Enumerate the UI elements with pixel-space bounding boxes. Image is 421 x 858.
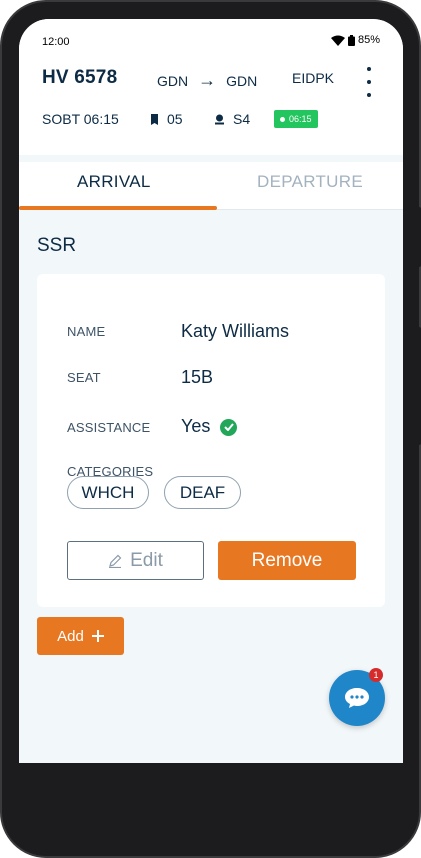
- category-chip-deaf[interactable]: DEAF: [164, 476, 241, 509]
- sobt-label: SOBT: [42, 111, 80, 127]
- flight-header: HV 6578 GDN → GDN EIDPK SOBT 06:15 05 S4…: [19, 59, 403, 155]
- section-title: SSR: [37, 235, 77, 256]
- add-button[interactable]: Add: [37, 617, 124, 655]
- status-time: 12:00: [42, 36, 70, 48]
- remove-button[interactable]: Remove: [218, 541, 356, 580]
- stand: S4: [214, 111, 274, 127]
- seat-value: 15B: [181, 367, 214, 387]
- assistance-text: Yes: [181, 416, 211, 436]
- pencil-icon: [109, 554, 122, 568]
- name-label: NAME: [67, 324, 106, 339]
- name-value: Katy Williams: [181, 321, 290, 341]
- notification-badge: 1: [369, 668, 383, 682]
- sobt: SOBT 06:15: [42, 111, 150, 127]
- gate-icon: [151, 113, 158, 125]
- battery-percent: 85%: [357, 34, 380, 46]
- edit-label: Edit: [130, 549, 163, 571]
- battery-icon: [347, 34, 355, 46]
- tab-bar: ARRIVAL DEPARTURE: [19, 162, 403, 210]
- gate: 05: [150, 111, 214, 127]
- plus-icon: [91, 630, 104, 642]
- edit-button[interactable]: Edit: [67, 541, 204, 580]
- stand-icon: [215, 114, 224, 124]
- add-label: Add: [57, 627, 84, 645]
- sobt-time: 06:15: [83, 111, 119, 127]
- assistance-value: Yes: [181, 416, 238, 437]
- arrow-right-icon: →: [198, 70, 217, 90]
- status-dot-icon: [280, 116, 285, 122]
- route-from: GDN: [157, 72, 189, 89]
- assistance-label: ASSISTANCE: [67, 420, 151, 435]
- flight-number: HV 6578: [42, 67, 118, 88]
- more-options-icon[interactable]: [364, 67, 374, 97]
- category-chip-whch[interactable]: WHCH: [67, 476, 149, 509]
- stand-value: S4: [233, 111, 251, 127]
- aircraft-registration: EIDPK: [292, 70, 335, 86]
- gate-value: 05: [167, 111, 183, 127]
- tab-departure[interactable]: DEPARTURE: [257, 172, 363, 192]
- ssr-card: NAME Katy Williams SEAT 15B ASSISTANCE Y…: [37, 274, 385, 607]
- phone-frame: 12:00 85% HV 6578 GDN → GDN EIDPK SOBT 0…: [0, 0, 421, 858]
- chat-button[interactable]: 1: [329, 668, 385, 726]
- seat-label: SEAT: [67, 370, 101, 385]
- tab-arrival[interactable]: ARRIVAL: [77, 172, 151, 192]
- check-icon: [220, 418, 238, 436]
- app-screen: 12:00 85% HV 6578 GDN → GDN EIDPK SOBT 0…: [19, 19, 403, 763]
- status-badge: 06:15: [274, 110, 318, 128]
- route: GDN → GDN: [157, 70, 257, 91]
- power-button: [415, 207, 421, 267]
- status-bar: 12:00 85%: [19, 19, 403, 59]
- route-to: GDN: [226, 72, 258, 89]
- status-badge-text: 06:15: [289, 114, 312, 124]
- volume-button: [415, 327, 421, 445]
- wifi-icon: [330, 35, 345, 46]
- active-tab-indicator: [19, 206, 217, 210]
- chat-bubble-icon: [345, 688, 369, 708]
